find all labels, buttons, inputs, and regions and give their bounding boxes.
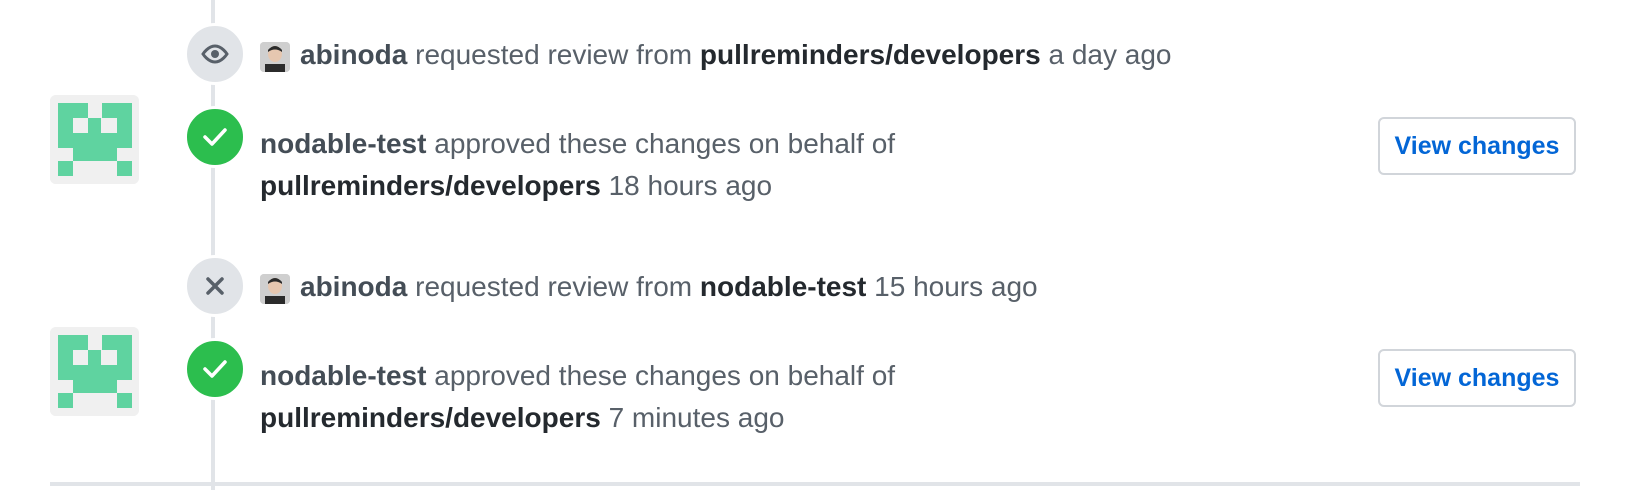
event-action: approved these changes on behalf of	[426, 360, 896, 391]
check-icon-badge	[184, 338, 246, 400]
view-changes-button[interactable]: View changes	[1378, 117, 1576, 175]
target-link[interactable]: nodable-test	[700, 271, 866, 302]
event-time[interactable]: a day ago	[1041, 39, 1171, 70]
view-changes-button[interactable]: View changes	[1378, 349, 1576, 407]
check-icon	[203, 128, 227, 146]
target-link[interactable]: pullreminders/developers	[260, 170, 601, 201]
timeline-divider	[50, 482, 1580, 486]
check-icon	[203, 360, 227, 378]
event-time[interactable]: 18 hours ago	[601, 170, 772, 201]
actor-link[interactable]: nodable-test	[260, 360, 426, 391]
x-icon	[206, 277, 224, 295]
event-text-line-1: nodable-test approved these changes on b…	[260, 122, 895, 166]
event-text: abinoda requested review from nodable-te…	[300, 270, 1038, 304]
event-text-line-1: nodable-test approved these changes on b…	[260, 354, 895, 398]
actor-link[interactable]: abinoda	[300, 271, 407, 302]
event-action: approved these changes on behalf of	[426, 128, 896, 159]
eye-icon-badge	[184, 23, 246, 85]
actor-link[interactable]: nodable-test	[260, 128, 426, 159]
avatar[interactable]	[260, 42, 290, 72]
x-icon-badge	[184, 255, 246, 317]
event-time[interactable]: 7 minutes ago	[601, 402, 785, 433]
event-action: requested review from	[407, 271, 700, 302]
event-time[interactable]: 15 hours ago	[866, 271, 1037, 302]
avatar[interactable]	[260, 274, 290, 304]
actor-link[interactable]: abinoda	[300, 39, 407, 70]
check-icon-badge	[184, 106, 246, 168]
identicon-avatar[interactable]	[50, 95, 139, 184]
event-action: requested review from	[407, 39, 700, 70]
event-text-line-2: pullreminders/developers 7 minutes ago	[260, 396, 784, 440]
identicon-avatar[interactable]	[50, 327, 139, 416]
target-link[interactable]: pullreminders/developers	[260, 402, 601, 433]
event-text: abinoda requested review from pullremind…	[300, 38, 1172, 72]
target-link[interactable]: pullreminders/developers	[700, 39, 1041, 70]
event-text-line-2: pullreminders/developers 18 hours ago	[260, 164, 772, 208]
eye-icon	[201, 44, 229, 64]
